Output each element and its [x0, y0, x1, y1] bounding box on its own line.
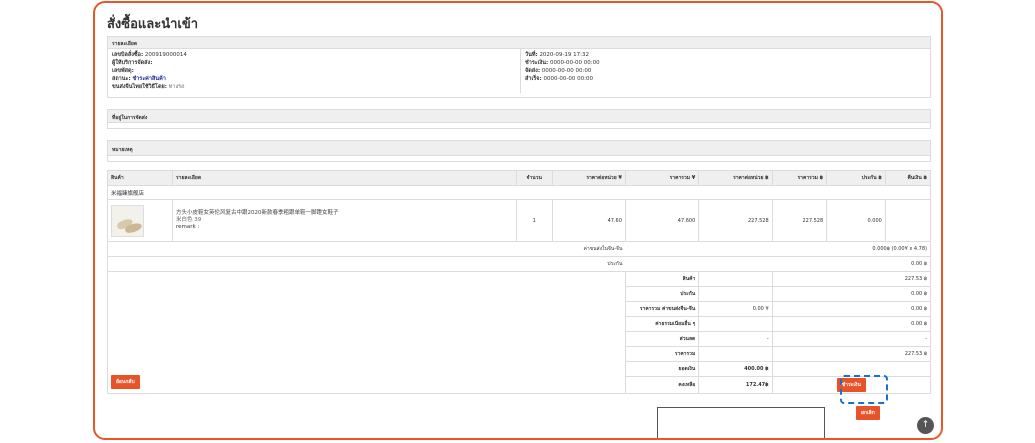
summary-row: ย้อนกลับ สินค้า 227.53 ฿ [107, 271, 932, 394]
col-product: สินค้า [107, 170, 173, 186]
back-button[interactable]: ย้อนกลับ [111, 375, 140, 389]
col-insurance: ประกัน ฿ [826, 170, 886, 186]
notes-header: หมายเหตุ [108, 141, 930, 156]
col-refund: คืนเงิน ฿ [884, 170, 932, 186]
product-remark: remark : [176, 224, 200, 230]
shop-name: 米福臻旗舰店 [107, 185, 931, 200]
col-unit-thb: ราคาต่อหน่วย ฿ [698, 170, 773, 186]
details-right: วันที่: 2020-09-19 17:32 ชำระเงิน: 0000-… [521, 49, 604, 93]
balance-label: ยอดเงิน [624, 361, 700, 377]
status-value: ชำระค่าสินค้า [132, 76, 166, 82]
table-row: 方头小皮鞋女英伦风复古中跟2020新款春季粗跟单鞋一脚蹬女鞋子 米白色 39 r… [107, 199, 932, 242]
china-shipping-row: ค่าขนส่งในจีน-จีน 0.000฿ (0.00¥ x 4.78) [107, 241, 932, 257]
remaining-value: 172.47฿ [698, 376, 773, 394]
notes-section: หมายเหตุ [107, 140, 931, 162]
tracking-line: เลขพัสดุ: [112, 68, 134, 74]
insurance-label: ประกัน [107, 256, 626, 272]
summary-value-product: 227.53 ฿ [771, 271, 932, 287]
product-unit-cny: 47.60 [551, 199, 626, 242]
order-number-line: เลขบิลสั่งซื้อ: 200919000014 [112, 52, 187, 58]
summary-left-space: ย้อนกลับ [107, 271, 626, 394]
grand-total-value: 227.53 ฿ [771, 346, 932, 362]
pay-button-highlight [840, 375, 888, 404]
carrier-line: ผู้ให้บริการจัดส่ง: [112, 60, 153, 66]
date-line: วันที่: 2020-09-19 17:32 [525, 52, 589, 58]
summary-label-product: สินค้า [624, 271, 700, 287]
col-total-cny: ราคารวม ¥ [624, 170, 700, 186]
balance-value: 400.00 ฿ [698, 361, 773, 377]
product-refund [884, 199, 932, 242]
order-table-section: สินค้า รายละเอียด จำนวน ราคาต่อหน่วย ¥ ร… [107, 170, 932, 394]
note-textarea[interactable] [657, 407, 825, 438]
china-shipping-label: ค่าขนส่งในจีน-จีน [107, 241, 626, 257]
insurance-value: 0.00 ฿ [625, 256, 932, 272]
shipping-header: ที่อยู่ในการจัดส่ง [108, 110, 930, 123]
scroll-top-icon[interactable]: ↑ [917, 417, 934, 434]
details-header: รายละเอียด [108, 37, 930, 49]
order-table: สินค้า รายละเอียด จำนวน ราคาต่อหน่วย ¥ ร… [107, 170, 932, 394]
insurance-row: ประกัน 0.00 ฿ [107, 256, 932, 272]
product-total-thb: 227.528 [771, 199, 828, 242]
product-thumbnail[interactable] [111, 204, 144, 237]
product-insurance: 0.000 [826, 199, 886, 242]
col-qty: จำนวน [515, 170, 553, 186]
page-title: สั่งซื้อและนำเข้า [107, 17, 199, 32]
product-name[interactable]: 方头小皮鞋女英伦风复古中跟2020新款春季粗跟单鞋一脚蹬女鞋子 [176, 210, 513, 217]
table-header-row: สินค้า รายละเอียด จำนวน ราคาต่อหน่วย ¥ ร… [107, 170, 932, 186]
cancel-button[interactable]: ยกเลิก [856, 406, 880, 420]
product-variant: 米白色 39 [176, 217, 202, 223]
product-unit-thb: 227.528 [698, 199, 773, 242]
shop-row: 米福臻旗舰店 [107, 185, 931, 200]
details-body: เลขบิลสั่งซื้อ: 200919000014 ผู้ให้บริกา… [108, 49, 930, 93]
col-detail: รายละเอียด [172, 170, 517, 186]
shipped-line: จัดส่ง: 0000-00-00 00:00 [525, 68, 592, 74]
product-thumb-cell [107, 199, 173, 242]
details-left: เลขบิลสั่งซื้อ: 200919000014 ผู้ให้บริกา… [108, 49, 521, 93]
status-line: สถานะ: ชำระค่าสินค้า [112, 76, 166, 82]
paid-line: ชำระเงิน: 0000-00-00 00:00 [525, 60, 600, 66]
col-unit-cny: ราคาต่อหน่วย ¥ [551, 170, 626, 186]
transport-line: ขนส่งจีนไทยใช้วิธีโดย: ทางรถ [112, 84, 185, 90]
shipping-section: ที่อยู่ในการจัดส่ง [107, 109, 931, 129]
order-frame: สั่งซื้อและนำเข้า รายละเอียด เลขบิลสั่งซ… [93, 1, 943, 440]
product-qty: 1 [515, 199, 553, 242]
details-section: รายละเอียด เลขบิลสั่งซื้อ: 200919000014 … [107, 36, 931, 98]
product-total-cny: 47.600 [624, 199, 700, 242]
remaining-label: คงเหลือ [624, 376, 700, 394]
product-detail-cell: 方头小皮鞋女英伦风复古中跟2020新款春季粗跟单鞋一脚蹬女鞋子 米白色 39 r… [172, 199, 517, 242]
completed-line: สำเร็จ: 0000-00-00 00:00 [525, 76, 594, 82]
col-total-thb: ราคารวม ฿ [771, 170, 828, 186]
china-shipping-value: 0.000฿ (0.00¥ x 4.78) [625, 241, 932, 257]
